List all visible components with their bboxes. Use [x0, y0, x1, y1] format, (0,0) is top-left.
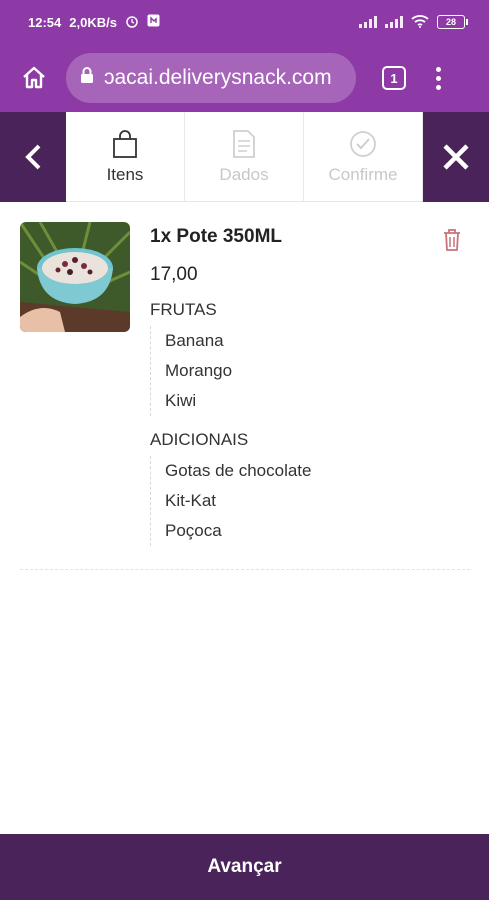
signal-icon-2 [385, 16, 403, 28]
option-group-title: ADICIONAIS [150, 430, 249, 449]
document-icon [233, 129, 255, 158]
item-price: 17,00 [150, 264, 198, 285]
option-item: Poçoca [165, 521, 222, 540]
home-button[interactable] [14, 58, 54, 98]
option-item: Kit-Kat [165, 491, 217, 510]
back-button[interactable] [0, 112, 66, 202]
step-label: Dados [219, 164, 269, 184]
option-item: Kiwi [165, 391, 197, 410]
item-title: 1x Pote 350ML [150, 226, 282, 247]
browser-toolbar: ɔacai.deliverysnack.com 1 [0, 44, 489, 112]
step-label: Itens [106, 164, 144, 184]
check-circle-icon [350, 130, 376, 157]
option-item: Morango [165, 361, 233, 380]
chevron-left-icon [25, 144, 41, 170]
trash-icon [444, 229, 460, 251]
url-text: ɔacai.deliverysnack.com [104, 66, 332, 89]
step-itens[interactable]: Itens [66, 112, 185, 201]
lock-icon [80, 66, 94, 90]
battery-icon: 28 [437, 15, 468, 29]
close-icon [443, 144, 469, 170]
status-bar: 12:54 2,0KB/s 28 [0, 0, 489, 44]
status-time: 12:54 [28, 14, 62, 30]
step-label: Confirme [328, 164, 398, 184]
network-speed: 2,0KB/s [69, 14, 117, 30]
checkout-steps: Itens Dados Confirme [0, 112, 489, 202]
product-image [20, 222, 130, 332]
close-button[interactable] [423, 112, 489, 202]
more-menu-icon[interactable] [436, 66, 441, 90]
url-bar[interactable]: ɔacai.deliverysnack.com [66, 53, 356, 103]
option-item: Banana [165, 331, 224, 350]
option-item: Gotas de chocolate [165, 461, 312, 480]
option-group-list: Banana Morango Kiwi [150, 326, 440, 416]
alarm-icon [125, 14, 139, 31]
tab-switcher-button[interactable]: 1 [382, 66, 406, 90]
step-dados[interactable]: Dados [185, 112, 304, 201]
notification-icon [147, 14, 160, 30]
option-group-list: Gotas de chocolate Kit-Kat Poçoca [150, 456, 440, 546]
remove-item-button[interactable] [442, 228, 462, 257]
home-icon [23, 66, 45, 89]
step-confirme[interactable]: Confirme [304, 112, 423, 201]
item-details: 1x Pote 350ML 17,00 FRUTAS Banana Morang… [150, 226, 440, 546]
cart-item: 1x Pote 350ML 17,00 FRUTAS Banana Morang… [20, 222, 470, 570]
wifi-icon [411, 14, 429, 31]
shopping-bag-icon [113, 129, 137, 158]
signal-icon [359, 16, 377, 28]
advance-button[interactable]: Avançar [0, 834, 489, 900]
option-group-title: FRUTAS [150, 300, 217, 319]
